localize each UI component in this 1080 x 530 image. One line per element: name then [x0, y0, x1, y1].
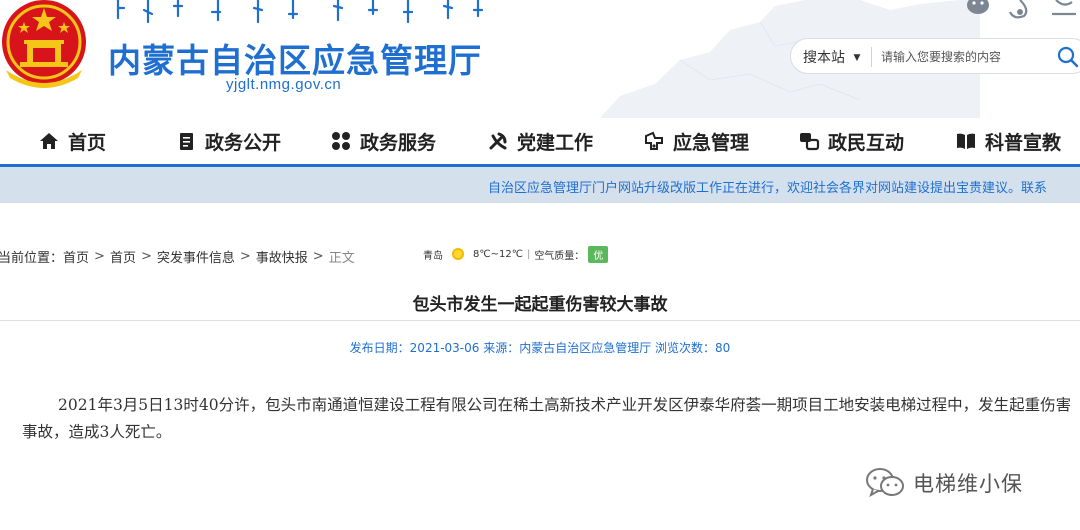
nav-item-government-services[interactable]: 政务服务 — [330, 118, 436, 164]
article-meta: 发布日期：2021-03-06 来源：内蒙古自治区应急管理厅 浏览次数：80 — [349, 341, 731, 355]
document-icon — [180, 133, 193, 150]
nav-label: 应急管理 — [673, 131, 750, 154]
site-title: 内蒙古自治区应急管理厅 — [108, 41, 482, 80]
search-divider — [871, 47, 872, 67]
mongolian-script-title — [116, 0, 484, 24]
notice-text[interactable]: 自治区应急管理厅门户网站升级改版工作正在进行，欢迎社会各界对网站建设提出宝贵建议… — [488, 177, 1047, 196]
title-divider — [0, 320, 1080, 321]
breadcrumb-link-emergency-info[interactable]: 突发事件信息 — [157, 247, 235, 266]
breadcrumb-separator: > — [94, 248, 105, 264]
breadcrumb-current: 正文 — [328, 250, 355, 266]
breadcrumb-separator: > — [140, 248, 152, 264]
air-quality-badge: 优 — [588, 245, 609, 263]
search-box: 搜本站 ▼ — [790, 38, 1080, 74]
nav-item-home[interactable]: 首页 — [38, 118, 106, 164]
nav-item-emergency-management[interactable]: 应急管理 — [643, 118, 749, 164]
nav-item-government-affairs[interactable]: 政务公开 — [175, 118, 281, 164]
main-nav: 首页 政务公开 政务服务 党建工作 应急管理 政民互动 科普宣教 — [0, 118, 1080, 164]
weather-city: 青岛 — [423, 250, 443, 262]
breadcrumb: 当前位置： 首页 > 首页 > 突发事件信息 > 事故快报 > 正文 — [0, 246, 355, 266]
interaction-icon — [800, 133, 820, 151]
breadcrumb-separator: > — [312, 248, 324, 264]
breadcrumb-prefix: 当前位置： — [0, 250, 64, 266]
article-title: 包头市发生一起起重伤害较大事故 — [412, 295, 668, 315]
site-header: 内蒙古自治区应急管理厅 yjglt.nmg.gov.cn 搜本站 ▼ — [0, 0, 1080, 118]
emergency-icon — [645, 131, 663, 150]
caret-down-icon: ▼ — [853, 53, 861, 63]
services-icon — [332, 132, 350, 150]
nav-item-public-interaction[interactable]: 政民互动 — [798, 118, 904, 164]
weibo-icon — [1009, 0, 1028, 19]
wechat-icon — [967, 0, 989, 14]
weather-widget: 青岛 8℃~12℃ | 空气质量： 优 — [423, 244, 609, 264]
notice-bar: 自治区应急管理厅门户网站升级改版工作正在进行，欢迎社会各界对网站建设提出宝贵建议… — [0, 167, 1080, 203]
book-icon — [957, 133, 975, 149]
nav-label: 首页 — [68, 131, 107, 154]
national-emblem-logo — [2, 0, 86, 88]
breadcrumb-link-home-2[interactable]: 首页 — [110, 247, 136, 266]
search-input[interactable] — [881, 46, 1051, 68]
accessibility-icon — [1052, 0, 1076, 16]
nav-label: 党建工作 — [517, 131, 594, 154]
air-quality-label: 空气质量： — [534, 250, 585, 262]
search-scope-dropdown[interactable]: 搜本站 ▼ — [803, 47, 860, 67]
nav-item-science-education[interactable]: 科普宣教 — [955, 118, 1061, 164]
weather-temperature: 8℃~12℃ — [473, 248, 523, 260]
article-body: 2021年3月5日13时40分许，包头市南通道恒建设工程有限公司在稀土高新技术产… — [22, 396, 1072, 441]
breadcrumb-separator: > — [239, 248, 251, 264]
watermark-text: 电梯维小保 — [913, 472, 1023, 496]
nav-label: 政民互动 — [828, 131, 905, 154]
wechat-watermark: 电梯维小保 — [865, 466, 1023, 500]
home-icon — [40, 133, 58, 149]
breadcrumb-link-home[interactable]: 首页 — [63, 247, 89, 266]
party-icon — [489, 132, 507, 150]
nav-label: 政务服务 — [360, 131, 437, 154]
search-icon[interactable] — [1057, 46, 1079, 68]
wechat-icon — [866, 468, 904, 498]
search-scope-label: 搜本站 — [803, 50, 845, 66]
sunny-icon — [452, 248, 464, 260]
nav-label: 政务公开 — [205, 131, 282, 154]
weather-divider: | — [526, 248, 531, 260]
breadcrumb-link-accident-reports[interactable]: 事故快报 — [256, 247, 308, 266]
site-domain: yjglt.nmg.gov.cn — [226, 76, 342, 93]
top-utility-icons — [967, 0, 1076, 19]
nav-label: 科普宣教 — [985, 131, 1062, 154]
nav-item-party-building[interactable]: 党建工作 — [487, 118, 593, 164]
